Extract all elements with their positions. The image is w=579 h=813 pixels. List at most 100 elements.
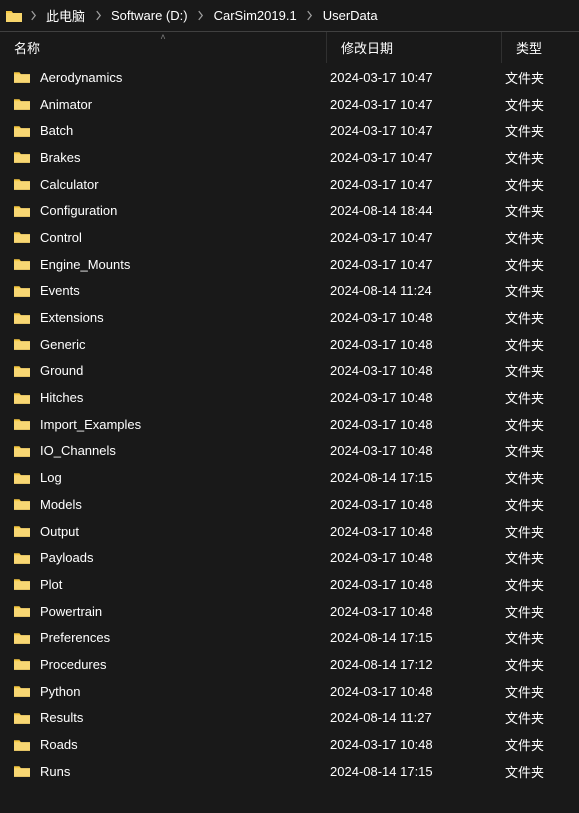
- file-row[interactable]: Control2024-03-17 10:47文件夹: [0, 224, 579, 251]
- file-row[interactable]: Runs2024-08-14 17:15文件夹: [0, 758, 579, 785]
- file-name: Engine_Mounts: [40, 257, 330, 272]
- file-row[interactable]: Generic2024-03-17 10:48文件夹: [0, 331, 579, 358]
- file-name: Powertrain: [40, 604, 330, 619]
- file-date: 2024-03-17 10:48: [330, 684, 505, 699]
- chevron-right-icon[interactable]: [26, 9, 40, 23]
- breadcrumb-item-drive[interactable]: Software (D:): [107, 8, 192, 23]
- folder-icon: [14, 444, 30, 458]
- file-row[interactable]: Batch2024-03-17 10:47文件夹: [0, 117, 579, 144]
- file-name: Calculator: [40, 177, 330, 192]
- file-row[interactable]: Output2024-03-17 10:48文件夹: [0, 518, 579, 545]
- file-date: 2024-03-17 10:48: [330, 417, 505, 432]
- file-date: 2024-03-17 10:47: [330, 257, 505, 272]
- file-date: 2024-08-14 17:15: [330, 764, 505, 779]
- breadcrumb-item-folder[interactable]: CarSim2019.1: [210, 8, 301, 23]
- file-type: 文件夹: [505, 228, 544, 247]
- column-header-name[interactable]: ˄ 名称: [0, 32, 327, 63]
- file-date: 2024-03-17 10:48: [330, 443, 505, 458]
- file-type: 文件夹: [505, 68, 544, 87]
- folder-icon: [14, 124, 30, 138]
- file-date: 2024-03-17 10:47: [330, 70, 505, 85]
- column-header-type[interactable]: 类型: [502, 32, 579, 63]
- file-row[interactable]: Payloads2024-03-17 10:48文件夹: [0, 544, 579, 571]
- file-row[interactable]: Models2024-03-17 10:48文件夹: [0, 491, 579, 518]
- file-type: 文件夹: [505, 575, 544, 594]
- file-row[interactable]: Events2024-08-14 11:24文件夹: [0, 278, 579, 305]
- file-row[interactable]: Animator2024-03-17 10:47文件夹: [0, 91, 579, 118]
- file-date: 2024-03-17 10:47: [330, 97, 505, 112]
- folder-icon: [14, 551, 30, 565]
- folder-icon: [14, 657, 30, 671]
- file-type: 文件夹: [505, 281, 544, 300]
- file-type: 文件夹: [505, 708, 544, 727]
- file-type: 文件夹: [505, 682, 544, 701]
- breadcrumb-item-this-pc[interactable]: 此电脑: [42, 6, 89, 25]
- file-name: Hitches: [40, 390, 330, 405]
- file-row[interactable]: Ground2024-03-17 10:48文件夹: [0, 358, 579, 385]
- folder-icon: [14, 177, 30, 191]
- file-name: Python: [40, 684, 330, 699]
- folder-icon: [14, 204, 30, 218]
- folder-icon: [14, 497, 30, 511]
- file-date: 2024-08-14 11:24: [330, 283, 505, 298]
- folder-icon: [6, 9, 22, 23]
- file-date: 2024-03-17 10:48: [330, 337, 505, 352]
- file-type: 文件夹: [505, 175, 544, 194]
- file-list: Aerodynamics2024-03-17 10:47文件夹Animator2…: [0, 64, 579, 785]
- file-row[interactable]: Hitches2024-03-17 10:48文件夹: [0, 384, 579, 411]
- file-type: 文件夹: [505, 602, 544, 621]
- file-type: 文件夹: [505, 335, 544, 354]
- folder-icon: [14, 604, 30, 618]
- chevron-right-icon[interactable]: [91, 9, 105, 23]
- file-type: 文件夹: [505, 255, 544, 274]
- file-type: 文件夹: [505, 735, 544, 754]
- file-type: 文件夹: [505, 468, 544, 487]
- file-type: 文件夹: [505, 95, 544, 114]
- chevron-right-icon[interactable]: [194, 9, 208, 23]
- file-row[interactable]: Powertrain2024-03-17 10:48文件夹: [0, 598, 579, 625]
- breadcrumb-item-current[interactable]: UserData: [319, 8, 382, 23]
- file-type: 文件夹: [505, 308, 544, 327]
- file-type: 文件夹: [505, 121, 544, 140]
- folder-icon: [14, 257, 30, 271]
- file-row[interactable]: Brakes2024-03-17 10:47文件夹: [0, 144, 579, 171]
- file-type: 文件夹: [505, 655, 544, 674]
- file-row[interactable]: Procedures2024-08-14 17:12文件夹: [0, 651, 579, 678]
- file-name: Procedures: [40, 657, 330, 672]
- file-row[interactable]: Log2024-08-14 17:15文件夹: [0, 464, 579, 491]
- file-name: Generic: [40, 337, 330, 352]
- column-header-name-label: 名称: [14, 38, 40, 57]
- file-row[interactable]: Roads2024-03-17 10:48文件夹: [0, 731, 579, 758]
- folder-icon: [14, 230, 30, 244]
- file-row[interactable]: IO_Channels2024-03-17 10:48文件夹: [0, 438, 579, 465]
- file-row[interactable]: Python2024-03-17 10:48文件夹: [0, 678, 579, 705]
- file-row[interactable]: Results2024-08-14 11:27文件夹: [0, 705, 579, 732]
- file-date: 2024-03-17 10:48: [330, 577, 505, 592]
- file-date: 2024-03-17 10:48: [330, 524, 505, 539]
- file-type: 文件夹: [505, 148, 544, 167]
- folder-icon: [14, 337, 30, 351]
- file-name: Results: [40, 710, 330, 725]
- folder-icon: [14, 577, 30, 591]
- file-row[interactable]: Preferences2024-08-14 17:15文件夹: [0, 624, 579, 651]
- file-row[interactable]: Import_Examples2024-03-17 10:48文件夹: [0, 411, 579, 438]
- folder-icon: [14, 764, 30, 778]
- file-name: IO_Channels: [40, 443, 330, 458]
- file-row[interactable]: Calculator2024-03-17 10:47文件夹: [0, 171, 579, 198]
- file-name: Ground: [40, 363, 330, 378]
- folder-icon: [14, 711, 30, 725]
- file-row[interactable]: Extensions2024-03-17 10:48文件夹: [0, 304, 579, 331]
- file-date: 2024-08-14 18:44: [330, 203, 505, 218]
- file-date: 2024-03-17 10:47: [330, 230, 505, 245]
- file-row[interactable]: Plot2024-03-17 10:48文件夹: [0, 571, 579, 598]
- file-date: 2024-03-17 10:48: [330, 604, 505, 619]
- chevron-right-icon[interactable]: [303, 9, 317, 23]
- file-name: Batch: [40, 123, 330, 138]
- file-row[interactable]: Configuration2024-08-14 18:44文件夹: [0, 197, 579, 224]
- file-row[interactable]: Engine_Mounts2024-03-17 10:47文件夹: [0, 251, 579, 278]
- folder-icon: [14, 524, 30, 538]
- column-header-date-label: 修改日期: [341, 38, 393, 57]
- file-type: 文件夹: [505, 495, 544, 514]
- column-header-date[interactable]: 修改日期: [327, 32, 502, 63]
- file-row[interactable]: Aerodynamics2024-03-17 10:47文件夹: [0, 64, 579, 91]
